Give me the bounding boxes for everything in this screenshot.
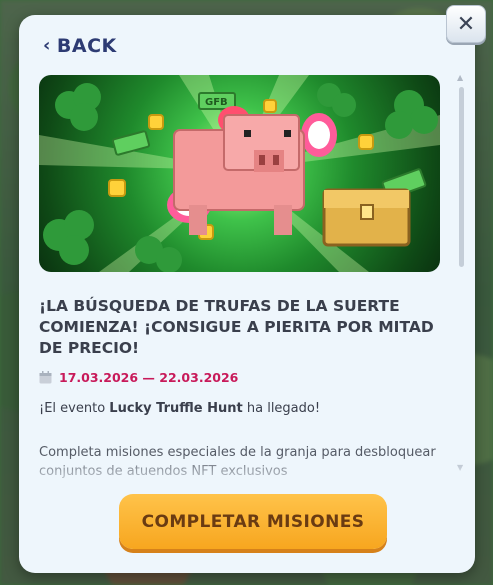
- pig-icon: [173, 114, 305, 235]
- intro-prefix: ¡El evento: [39, 401, 110, 416]
- event-banner-image: GFB: [39, 75, 440, 272]
- back-button[interactable]: ‹ BACK: [43, 35, 117, 57]
- coupon-label: GFB: [205, 97, 228, 108]
- news-title: ¡LA BÚSQUEDA DE TRUFAS DE LA SUERTE COMI…: [39, 297, 434, 357]
- event-name: Lucky Truffle Hunt: [109, 401, 243, 416]
- intro-paragraph: ¡El evento Lucky Truffle Hunt ha llegado…: [39, 401, 320, 416]
- scrollbar-thumb[interactable]: [459, 87, 464, 267]
- complete-missions-button[interactable]: COMPLETAR MISIONES: [119, 494, 387, 549]
- content-fade: [19, 455, 475, 495]
- banner-illustration: GFB: [39, 75, 440, 272]
- back-label: BACK: [56, 35, 117, 57]
- chevron-left-icon: ‹: [43, 35, 51, 56]
- close-icon: ✕: [456, 11, 476, 37]
- date-text: 17.03.2026 — 22.03.2026: [59, 370, 239, 385]
- date-range: 17.03.2026 — 22.03.2026: [39, 370, 238, 385]
- calendar-icon: [39, 371, 52, 384]
- close-button[interactable]: ✕: [446, 5, 486, 43]
- treasure-chest-icon: [322, 188, 411, 247]
- intro-suffix: ha llegado!: [242, 401, 321, 416]
- news-dialog: ‹ BACK GFB ▲ ¡LA BÚSQUEDA DE TRUFAS DE L…: [19, 15, 475, 573]
- scroll-up-icon[interactable]: ▲: [457, 73, 463, 82]
